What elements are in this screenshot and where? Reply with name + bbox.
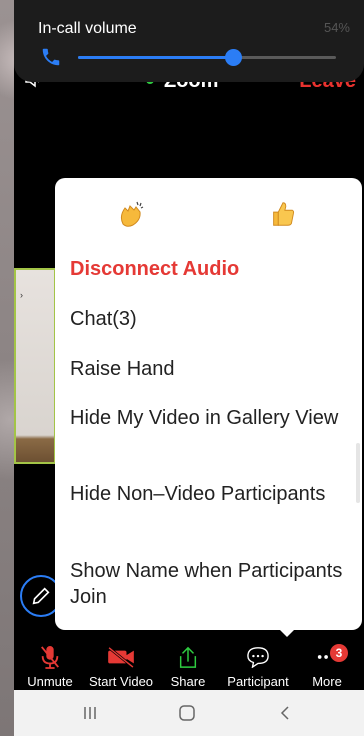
system-navigation-bar — [14, 690, 364, 736]
back-icon[interactable] — [276, 704, 294, 722]
more-button[interactable]: 3 More — [306, 642, 348, 689]
participants-button[interactable]: Participant — [220, 642, 296, 689]
in-call-volume-panel: In-call volume 54% — [14, 0, 364, 82]
raise-hand-item[interactable]: Raise Hand — [70, 356, 350, 382]
battery-status: 54% — [323, 20, 350, 35]
pencil-icon — [32, 587, 50, 605]
volume-slider-thumb[interactable] — [224, 49, 242, 66]
phone-screen: Zoom Leave In-call volume 54% › — [14, 0, 364, 736]
start-video-button[interactable]: Start Video — [82, 642, 160, 689]
muted-mic-icon — [41, 646, 59, 669]
meeting-toolbar: Unmute Start Video Share Participant 3 M… — [14, 638, 364, 690]
participant-label: Participant — [227, 674, 289, 689]
video-off-icon — [108, 646, 134, 668]
participant-video-tile[interactable]: › — [14, 268, 56, 464]
menu-scrollbar[interactable] — [356, 443, 360, 503]
chevron-right-icon: › — [20, 290, 23, 300]
share-arrow-icon — [179, 646, 197, 668]
volume-slider[interactable] — [78, 49, 336, 66]
thumbs-up-reaction[interactable] — [263, 194, 303, 234]
clapping-hands-reaction[interactable] — [111, 194, 151, 234]
recent-apps-icon[interactable] — [81, 704, 99, 722]
phone-call-icon — [42, 48, 60, 66]
unmute-button[interactable]: Unmute — [24, 642, 76, 689]
start-video-label: Start Video — [88, 674, 154, 689]
home-icon[interactable] — [178, 704, 196, 722]
more-label: More — [312, 674, 342, 689]
show-name-when-join-item[interactable]: Show Name when Participants Join — [70, 558, 350, 610]
thumbs-up-icon — [273, 202, 295, 226]
menu-pointer — [276, 626, 298, 637]
share-button[interactable]: Share — [166, 642, 210, 689]
more-options-menu: Disconnect Audio Chat(3) Raise Hand Hide… — [55, 178, 362, 630]
volume-slider-fill — [78, 56, 233, 59]
clapping-hands-icon — [120, 201, 144, 227]
disconnect-audio-item[interactable]: Disconnect Audio — [70, 256, 350, 282]
unmute-label: Unmute — [27, 674, 73, 689]
volume-panel-title: In-call volume — [38, 20, 137, 37]
more-notification-badge: 3 — [330, 644, 348, 662]
share-label: Share — [170, 674, 206, 689]
chat-item[interactable]: Chat(3) — [70, 306, 350, 332]
chat-bubble-icon — [247, 647, 269, 668]
hide-my-video-item[interactable]: Hide My Video in Gallery View — [70, 405, 350, 431]
hide-non-video-participants-item[interactable]: Hide Non–Video Participants — [70, 481, 350, 507]
